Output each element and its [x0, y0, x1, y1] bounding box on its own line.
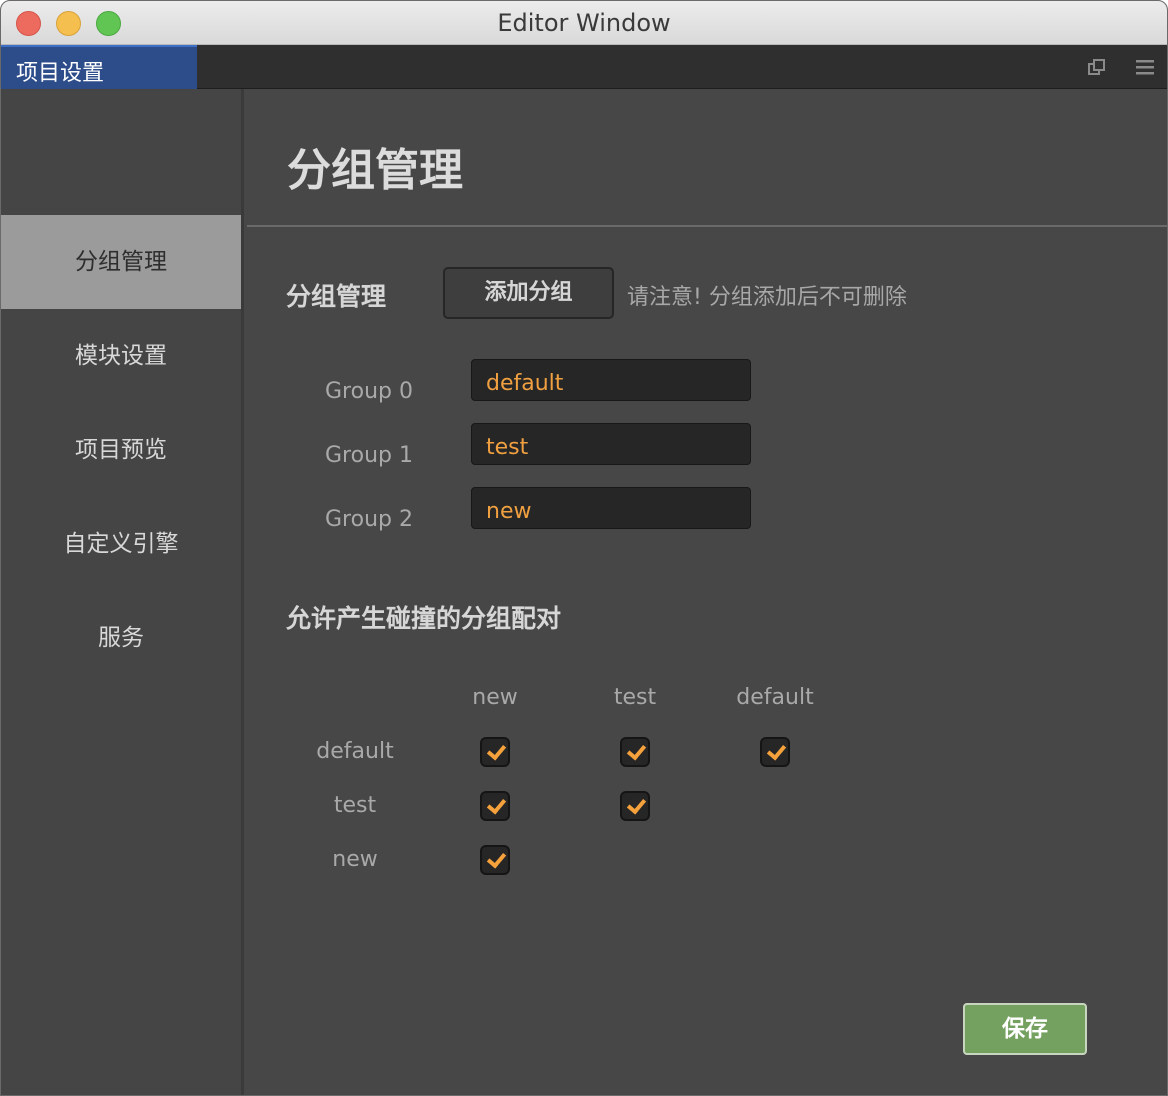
group-name-input-1[interactable]	[471, 423, 751, 465]
collision-checkbox-test-new[interactable]	[480, 791, 510, 821]
collision-checkbox-default-new[interactable]	[480, 737, 510, 767]
group-label-2: Group 2	[325, 507, 413, 532]
collision-checkbox-test-test[interactable]	[620, 791, 650, 821]
sidebar-item-group-management[interactable]: 分组管理	[1, 215, 241, 309]
collision-checkbox-default-default[interactable]	[760, 737, 790, 767]
title-bar: Editor Window	[1, 1, 1167, 45]
sidebar-item-custom-engine[interactable]: 自定义引擎	[1, 497, 241, 591]
group-label-1: Group 1	[325, 443, 413, 468]
tab-strip: 项目设置	[1, 45, 1167, 89]
editor-window: Editor Window 项目设置 分组管理 模块设置 项目预览 自定义引擎 …	[0, 0, 1168, 1096]
popout-icon[interactable]	[1087, 57, 1107, 77]
sidebar: 分组管理 模块设置 项目预览 自定义引擎 服务	[1, 89, 244, 1095]
menu-icon[interactable]	[1135, 57, 1155, 77]
window-title: Editor Window	[497, 9, 671, 37]
collision-checkbox-new-new[interactable]	[480, 845, 510, 875]
page-title: 分组管理	[287, 145, 463, 196]
collision-row-header: new	[332, 847, 378, 872]
main-panel: 分组管理 分组管理 添加分组 请注意! 分组添加后不可删除 Group 0 Gr…	[247, 89, 1167, 1095]
collision-row-header: default	[316, 739, 394, 764]
sidebar-item-project-preview[interactable]: 项目预览	[1, 403, 241, 497]
sidebar-item-services[interactable]: 服务	[1, 591, 241, 685]
collision-column-header: default	[736, 685, 814, 710]
sidebar-item-module-settings[interactable]: 模块设置	[1, 309, 241, 403]
save-button[interactable]: 保存	[963, 1003, 1087, 1055]
collision-row-header: test	[333, 793, 377, 818]
group-name-input-0[interactable]	[471, 359, 751, 401]
collision-column-header: test	[613, 685, 657, 710]
group-label-0: Group 0	[325, 379, 413, 404]
title-divider	[247, 225, 1167, 227]
collision-section-label: 允许产生碰撞的分组配对	[286, 604, 562, 633]
collision-column-header: new	[472, 685, 518, 710]
add-group-button[interactable]: 添加分组	[443, 267, 614, 319]
add-group-notice: 请注意! 分组添加后不可删除	[627, 285, 907, 310]
group-name-input-2[interactable]	[471, 487, 751, 529]
tab-project-settings[interactable]: 项目设置	[1, 45, 197, 89]
collision-checkbox-default-test[interactable]	[620, 737, 650, 767]
groups-section-label: 分组管理	[286, 282, 387, 311]
